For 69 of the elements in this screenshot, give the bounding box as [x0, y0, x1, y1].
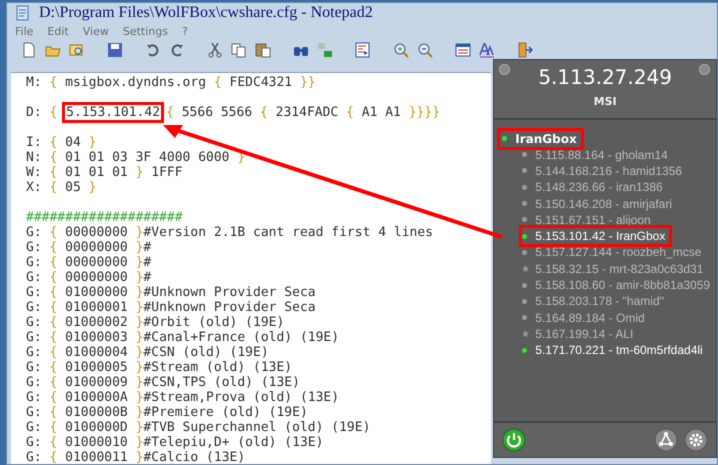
- peer-item[interactable]: 5.150.146.208 - amirjafari: [522, 195, 676, 212]
- peer-item[interactable]: 5.115.88.164 - gholam14: [522, 146, 672, 163]
- menu-item[interactable]: View: [82, 24, 109, 38]
- star-icon: [522, 265, 530, 272]
- paste-icon[interactable]: [255, 42, 271, 58]
- browse-icon[interactable]: [69, 42, 85, 58]
- code-line: G: { 01000000 }#Unknown Provider Seca: [26, 285, 316, 300]
- group-item[interactable]: IranGbox: [500, 130, 581, 146]
- zoom-out-icon[interactable]: [417, 42, 433, 58]
- highlighted-address: 5.153.101.42: [65, 105, 162, 120]
- network-button[interactable]: [654, 428, 678, 452]
- ip-address: 5.113.27.249: [538, 65, 672, 89]
- zoom-in-icon[interactable]: [393, 42, 409, 58]
- peer-item[interactable]: 5.144.168.216 - hamid1356: [522, 162, 686, 180]
- undo-icon[interactable]: [145, 42, 161, 58]
- window-icon[interactable]: [455, 42, 471, 58]
- menu-item[interactable]: Settings: [122, 24, 168, 38]
- menu-item[interactable]: Edit: [47, 24, 69, 38]
- cut-icon[interactable]: [207, 42, 223, 58]
- font-icon[interactable]: [479, 42, 495, 58]
- peer-item[interactable]: 5.153.101.42 - IranGbox: [522, 228, 670, 244]
- code-line: G: { 00000000 }#: [26, 255, 152, 270]
- peer-item[interactable]: 5.171.70.221 - tm-60m5rfdad4li: [522, 342, 707, 358]
- exit-icon[interactable]: [517, 42, 533, 58]
- code-line: G: { 01000003 }#Canal+France (old) (19E): [26, 330, 340, 345]
- code-line: ####################: [26, 210, 183, 225]
- code-line: D: {: [26, 105, 58, 120]
- code-line: G: { 0100000B }#Premiere (old) (19E): [26, 405, 308, 420]
- code-line: G: { 01000005 }#Stream (old) (13E): [26, 360, 292, 375]
- code-line: G: { 01000002 }#Orbit (old) (19E): [26, 315, 284, 330]
- window-title: D:\Program Files\WolFBox\cwshare.cfg - Notepad2: [39, 4, 373, 22]
- code-line: G: { 00000000 }#: [26, 240, 152, 255]
- code-line: G: { 01000009 }#CSN,TPS (old) (13E): [26, 375, 300, 390]
- peer-item[interactable]: 5.158.108.60 - amir-8bb81a3059: [522, 276, 714, 294]
- peer-item[interactable]: 5.148.236.66 - iran1386: [522, 179, 667, 196]
- code-line: G: { 00000000 }#: [26, 270, 152, 285]
- menu-item[interactable]: File: [15, 24, 34, 38]
- settings-button[interactable]: [684, 428, 708, 452]
- code-line: X: { 05 }: [26, 180, 96, 195]
- new-file-icon[interactable]: [21, 42, 37, 58]
- code-line: { 5566 5566 { 2314FADC { A1 A1 }}}}: [166, 105, 440, 120]
- peer-item[interactable]: 5.158.203.178 - "hamid": [522, 293, 668, 310]
- host-name: MSI: [594, 95, 617, 108]
- star-icon: [522, 330, 530, 338]
- menu-item[interactable]: ?: [182, 24, 188, 38]
- peer-item[interactable]: 5.158.32.15 - mrt-823a0c63d31: [522, 260, 708, 277]
- peer-item[interactable]: 5.151.67.151 - alijoon: [522, 212, 655, 228]
- code-line: W: { 01 01 01 } 1FFF: [26, 165, 183, 180]
- code-line: G: { 01000004 }#CSN (old) (19E): [26, 345, 269, 360]
- copy-icon[interactable]: [231, 42, 247, 58]
- redo-icon[interactable]: [169, 42, 185, 58]
- code-line: G: { 01000001 }#Unknown Provider Seca: [26, 300, 316, 315]
- notepad-icon: [15, 5, 31, 21]
- code-line: I: { 04 }: [26, 135, 96, 150]
- peer-item[interactable]: 5.157.127.144 - roozbeh_mcse: [522, 244, 706, 261]
- code-line: M: { msigbox.dyndns.org { FEDC4321 }}: [26, 75, 316, 90]
- code-line: G: { 0100000A }#Stream,Prova (old) (13E): [26, 390, 340, 405]
- code-line: G: { 01000011 }#Calcio (13E): [26, 450, 246, 464]
- code-line: G: { 00000000 }#Version 2.1B cant read first 4 lines: [26, 225, 434, 240]
- save-icon[interactable]: [107, 42, 123, 58]
- close-icon[interactable]: [699, 64, 710, 75]
- code-line: G: { 01000010 }#Telepiu,D+ (old) (13E): [26, 435, 324, 450]
- text-editor[interactable]: [11, 72, 492, 464]
- peer-item[interactable]: 5.164.89.184 - Omid: [522, 309, 649, 326]
- go-to-icon[interactable]: [355, 42, 371, 58]
- code-line: G: { 0100000D }#TVB Superchannel (old) (19E): [26, 420, 370, 435]
- minimize-icon[interactable]: [499, 64, 510, 75]
- peer-item[interactable]: 5.167.199.14 - ALI: [522, 326, 638, 342]
- power-button[interactable]: [502, 428, 526, 452]
